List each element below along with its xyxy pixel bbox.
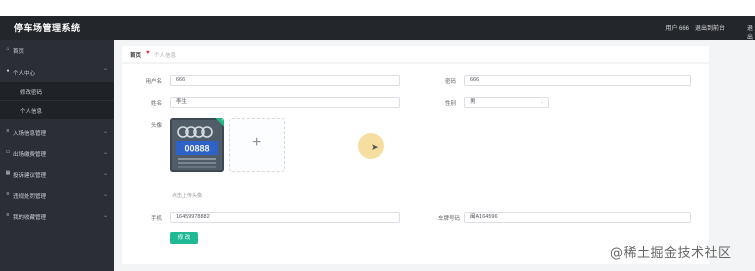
chevron-down-icon: ⌄ <box>102 150 109 156</box>
plus-icon: + <box>252 134 262 151</box>
list-icon: ≡ <box>6 128 10 134</box>
sidebar-item-personal-center[interactable]: ● 个人中心 ⌃ <box>0 64 114 80</box>
username-label: 用户名 <box>145 79 162 85</box>
back-to-frontend-link[interactable]: 退出到前台 <box>695 23 725 32</box>
sidebar: ⌂ 首页 ● 个人中心 ⌃ 修改密码 个人信息 ≡ 入场信息管理 ⌄ ▭ 出场缴… <box>0 40 114 271</box>
profile-form: 用户名 666 密码 666 姓名 李生 性别 男 ⌄ 头像 00888 ✓ +… <box>122 64 709 264</box>
user-label: 用户 666 <box>665 26 689 32</box>
chevron-down-icon: ⌄ <box>539 99 544 105</box>
chevron-down-icon: ⌄ <box>102 171 109 177</box>
card-icon: ▭ <box>5 149 11 155</box>
avatar-upload-button[interactable]: + <box>229 118 285 172</box>
watermark: @稀土掘金技术社区 <box>610 246 732 261</box>
license-plate-photo: 00888 <box>170 118 224 172</box>
sidebar-item-personal-info[interactable]: 个人信息 <box>0 101 114 119</box>
sidebar-item-violations[interactable]: ≡ 违规处罚管理 ⌄ <box>0 187 114 203</box>
username-field[interactable]: 666 <box>170 75 400 86</box>
sidebar-item-entry-management[interactable]: ≡ 入场信息管理 ⌄ <box>0 124 114 140</box>
password-field[interactable]: 666 <box>464 75 691 86</box>
sidebar-item-exit-payment[interactable]: ▭ 出场缴费管理 ⌄ <box>0 145 114 161</box>
name-label: 姓名 <box>150 101 162 107</box>
plate-label: 车牌号码 <box>437 216 460 222</box>
breadcrumb-current: 个人信息 <box>154 53 177 59</box>
check-icon: ✓ <box>220 118 224 124</box>
avatar-image[interactable]: 00888 ✓ <box>170 118 224 172</box>
plate-field[interactable]: 闽A164596 <box>464 212 691 223</box>
breadcrumb: 首页 ♥ 个人信息 <box>122 46 709 62</box>
password-label: 密码 <box>444 79 456 85</box>
home-icon: ⌂ <box>6 46 10 52</box>
phone-field[interactable]: 16459978882 <box>170 212 400 223</box>
sidebar-item-home[interactable]: ⌂ 首页 <box>0 42 114 58</box>
user-icon: ● <box>6 68 10 74</box>
cursor-highlight: ➤ <box>358 133 384 159</box>
plate-number-text: 00888 <box>184 144 209 154</box>
sidebar-item-complaints[interactable]: ▦ 投诉建议管理 ⌄ <box>0 166 114 182</box>
sidebar-item-change-password[interactable]: 修改密码 <box>0 82 114 100</box>
name-field[interactable]: 李生 <box>170 97 400 108</box>
mouse-pointer-icon: ➤ <box>371 142 379 152</box>
gender-label: 性别 <box>444 101 456 107</box>
app-frame: 停车场管理系统 用户 666 退出到前台 退出登录 ⌂ 首页 ● 个人中心 ⌃ … <box>0 0 755 271</box>
list-icon: ≡ <box>6 191 10 197</box>
breadcrumb-home[interactable]: 首页 <box>130 51 141 59</box>
heart-icon: ♥ <box>146 50 150 56</box>
gender-select[interactable]: 男 ⌄ <box>464 97 549 108</box>
table-icon: ▦ <box>5 170 11 176</box>
main-content: 首页 ♥ 个人信息 用户名 666 密码 666 姓名 李生 性别 男 ⌄ 头像 <box>114 40 755 271</box>
top-navbar: 停车场管理系统 用户 666 退出到前台 退出登录 <box>0 16 755 59</box>
phone-label: 手机 <box>150 216 162 222</box>
avatar-label: 头像 <box>150 123 162 129</box>
list-icon: ≡ <box>6 212 10 218</box>
chevron-down-icon: ⌄ <box>102 192 109 198</box>
submit-button[interactable]: 修 改 <box>170 232 198 244</box>
chevron-down-icon: ⌄ <box>102 129 109 135</box>
avatar-upload-hint: 点击上传头像 <box>172 193 203 199</box>
app-title: 停车场管理系统 <box>14 23 81 33</box>
sidebar-item-favorites[interactable]: ≡ 我的收藏管理 ⌄ <box>0 208 114 224</box>
gender-select-value: 男 <box>470 99 476 105</box>
chevron-down-icon: ⌄ <box>102 213 109 219</box>
chevron-up-icon: ⌃ <box>102 69 109 75</box>
